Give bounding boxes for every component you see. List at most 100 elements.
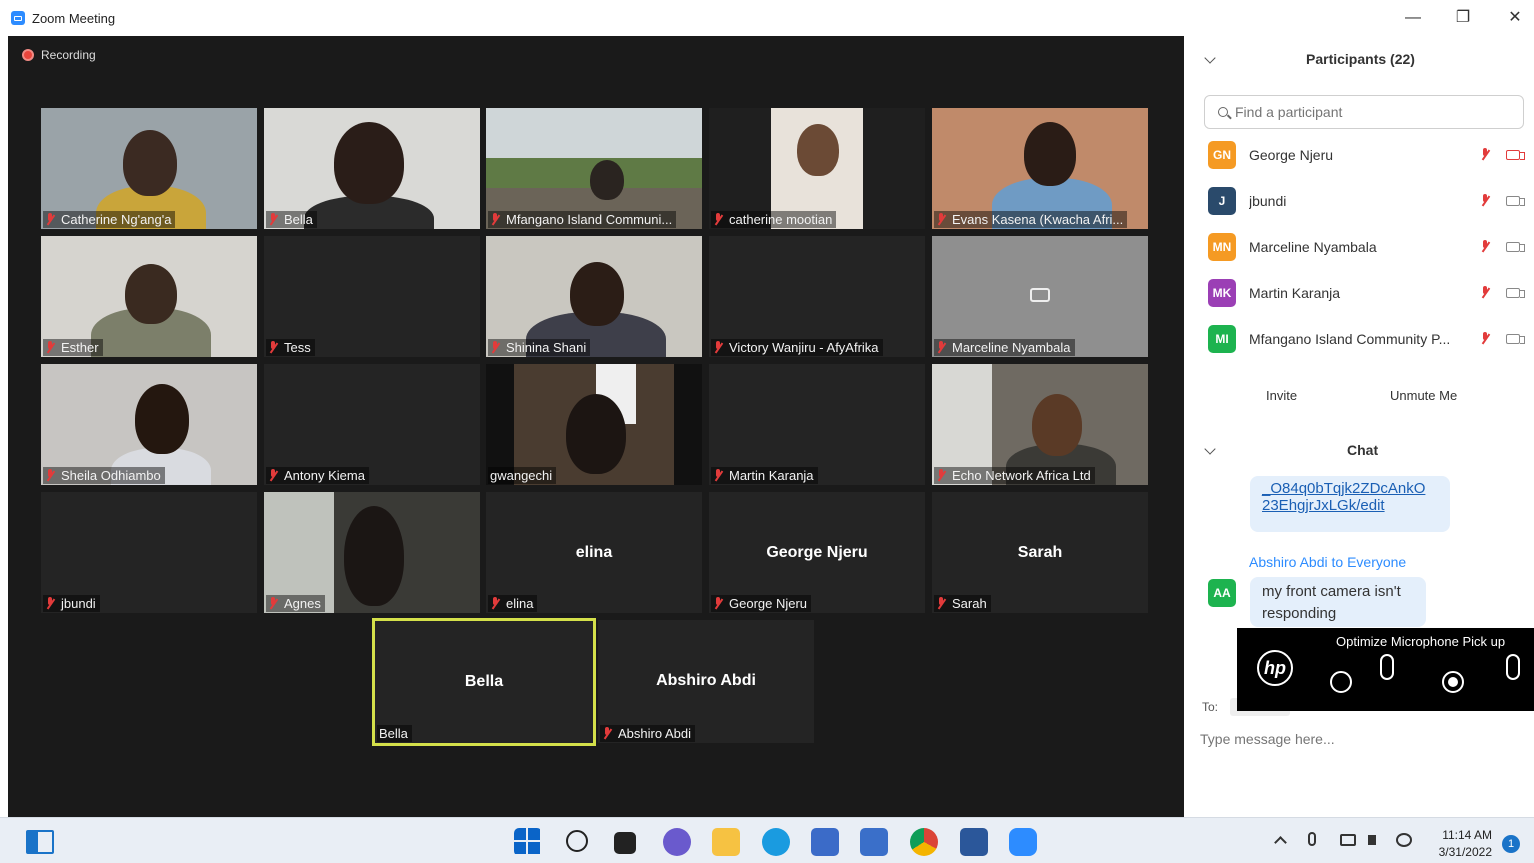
participant-row[interactable]: MK Martin Karanja: [1208, 277, 1528, 309]
video-tile[interactable]: Marceline Nyambala: [932, 236, 1148, 357]
video-tile[interactable]: jbundi: [41, 492, 257, 613]
participant-name: Bella: [284, 212, 313, 227]
video-tile[interactable]: Agnes: [264, 492, 480, 613]
video-tile[interactable]: Echo Network Africa Ltd: [932, 364, 1148, 485]
video-tile[interactable]: Sarah Sarah: [932, 492, 1148, 613]
close-button[interactable]: ✕: [1504, 8, 1526, 28]
mail-icon[interactable]: [860, 828, 888, 856]
video-camera-icon[interactable]: [1506, 196, 1525, 206]
chat-sender: Abshiro Abdi: [1249, 554, 1328, 570]
participant-name: Martin Karanja: [729, 468, 814, 483]
video-camera-icon[interactable]: [1506, 334, 1525, 344]
muted-mic-icon: [936, 213, 946, 226]
participant-name: Evans Kasena (Kwacha Afri...: [952, 212, 1124, 227]
minimize-button[interactable]: —: [1402, 8, 1424, 28]
video-off-icon[interactable]: [1506, 150, 1525, 160]
video-tile[interactable]: Victory Wanjiru - AfyAfrika: [709, 236, 925, 357]
participant-row[interactable]: J jbundi: [1208, 185, 1528, 217]
video-tile[interactable]: George Njeru George Njeru: [709, 492, 925, 613]
video-tile[interactable]: gwangechi: [486, 364, 702, 485]
start-menu-icon[interactable]: [514, 828, 542, 856]
participant-display-name: Abshiro Abdi: [656, 672, 756, 689]
task-view-icon[interactable]: [614, 832, 636, 854]
video-tile[interactable]: Sheila Odhiambo: [41, 364, 257, 485]
chat-message-input[interactable]: [1200, 728, 1520, 750]
video-tile[interactable]: Tess: [264, 236, 480, 357]
video-tile[interactable]: Catherine Ng'ang'a: [41, 108, 257, 229]
battery-icon[interactable]: [1396, 833, 1412, 847]
microsoft-store-icon[interactable]: [811, 828, 839, 856]
video-tile[interactable]: Abshiro Abdi Abshiro Abdi: [598, 620, 814, 743]
volume-muted-icon[interactable]: [1368, 835, 1376, 845]
collapse-chat-chevron-icon[interactable]: [1204, 443, 1216, 455]
active-speaker-tile[interactable]: Bella Bella: [372, 618, 596, 746]
chrome-icon[interactable]: [910, 828, 938, 856]
invite-button[interactable]: Invite: [1258, 383, 1305, 408]
teams-chat-icon[interactable]: [663, 828, 691, 856]
muted-mic-icon: [713, 469, 723, 482]
hp-logo-icon: hp: [1257, 650, 1293, 686]
video-tile[interactable]: Shinina Shani: [486, 236, 702, 357]
muted-mic-icon: [490, 213, 500, 226]
muted-mic-icon[interactable]: [1480, 240, 1490, 253]
participants-header: Participants (22): [1306, 51, 1415, 67]
avatar: J: [1208, 187, 1236, 215]
participant-display-name: Bella: [464, 673, 504, 690]
microphone-tray-icon[interactable]: [1308, 832, 1316, 846]
widgets-icon[interactable]: [26, 830, 54, 854]
participant-row[interactable]: GN George Njeru: [1208, 139, 1528, 171]
video-tile[interactable]: Esther: [41, 236, 257, 357]
video-tile[interactable]: Mfangano Island Communi...: [486, 108, 702, 229]
participant-row[interactable]: MI Mfangano Island Community P...: [1208, 323, 1528, 355]
file-explorer-icon[interactable]: [712, 828, 740, 856]
camera-off-icon: [1030, 288, 1050, 302]
chat-header: Chat: [1347, 442, 1379, 458]
video-camera-icon[interactable]: [1506, 288, 1525, 298]
participant-name: George Njeru: [729, 596, 808, 611]
video-tile[interactable]: catherine mootian: [709, 108, 925, 229]
video-tile[interactable]: Evans Kasena (Kwacha Afri...: [932, 108, 1148, 229]
participant-row[interactable]: MN Marceline Nyambala: [1208, 231, 1528, 263]
participant-name: elina: [506, 596, 534, 611]
chat-link-line1[interactable]: _O84q0bTqjk2ZDcAnkO: [1262, 480, 1438, 497]
muted-mic-icon: [268, 341, 278, 354]
restore-button[interactable]: ❐: [1452, 8, 1474, 28]
mic-mode-radio-off[interactable]: [1330, 671, 1352, 693]
video-tile[interactable]: Antony Kiema: [264, 364, 480, 485]
microphone-wide-icon: [1506, 654, 1520, 680]
clock-time: 11:14 AM: [1442, 828, 1492, 842]
muted-mic-icon[interactable]: [1480, 148, 1490, 161]
participant-list-name: Mfangano Island Community P...: [1249, 331, 1451, 347]
title-bar: Zoom Meeting — ❐ ✕: [0, 0, 1534, 36]
notification-badge[interactable]: 1: [1502, 835, 1520, 853]
word-icon[interactable]: [960, 828, 988, 856]
edge-browser-icon[interactable]: [762, 828, 790, 856]
muted-mic-icon: [936, 597, 946, 610]
participant-name: catherine mootian: [729, 212, 833, 227]
show-hidden-icons-chevron-icon[interactable]: [1274, 836, 1287, 849]
mic-mode-radio-on[interactable]: [1442, 671, 1464, 693]
video-camera-icon[interactable]: [1506, 242, 1525, 252]
chat-link-line2[interactable]: 23EhgjrJxLGk/edit: [1262, 497, 1438, 514]
muted-mic-icon[interactable]: [1480, 194, 1490, 207]
collapse-participants-chevron-icon[interactable]: [1204, 52, 1216, 64]
video-tile[interactable]: Martin Karanja: [709, 364, 925, 485]
unmute-me-button[interactable]: Unmute Me: [1382, 383, 1465, 408]
recording-indicator[interactable]: Recording: [22, 48, 96, 62]
video-tile[interactable]: elina elina: [486, 492, 702, 613]
participant-search-input[interactable]: [1204, 95, 1524, 129]
system-clock[interactable]: 11:14 AM 3/31/2022: [1430, 828, 1492, 859]
video-tile[interactable]: Bella: [264, 108, 480, 229]
participant-name: Victory Wanjiru - AfyAfrika: [729, 340, 879, 355]
zoom-taskbar-icon[interactable]: [1009, 828, 1037, 856]
taskbar: 11:14 AM 3/31/2022 1: [0, 817, 1534, 863]
meeting-video-area: Recording Catherine Ng'ang'a Bella Mfang…: [8, 36, 1184, 817]
chat-link-message[interactable]: _O84q0bTqjk2ZDcAnkO 23EhgjrJxLGk/edit: [1250, 476, 1450, 532]
muted-mic-icon: [936, 469, 946, 482]
muted-mic-icon[interactable]: [1480, 332, 1490, 345]
network-icon[interactable]: [1340, 834, 1356, 846]
muted-mic-icon[interactable]: [1480, 286, 1490, 299]
search-icon[interactable]: [566, 830, 588, 852]
muted-mic-icon: [45, 213, 55, 226]
recording-dot-icon: [22, 49, 34, 61]
